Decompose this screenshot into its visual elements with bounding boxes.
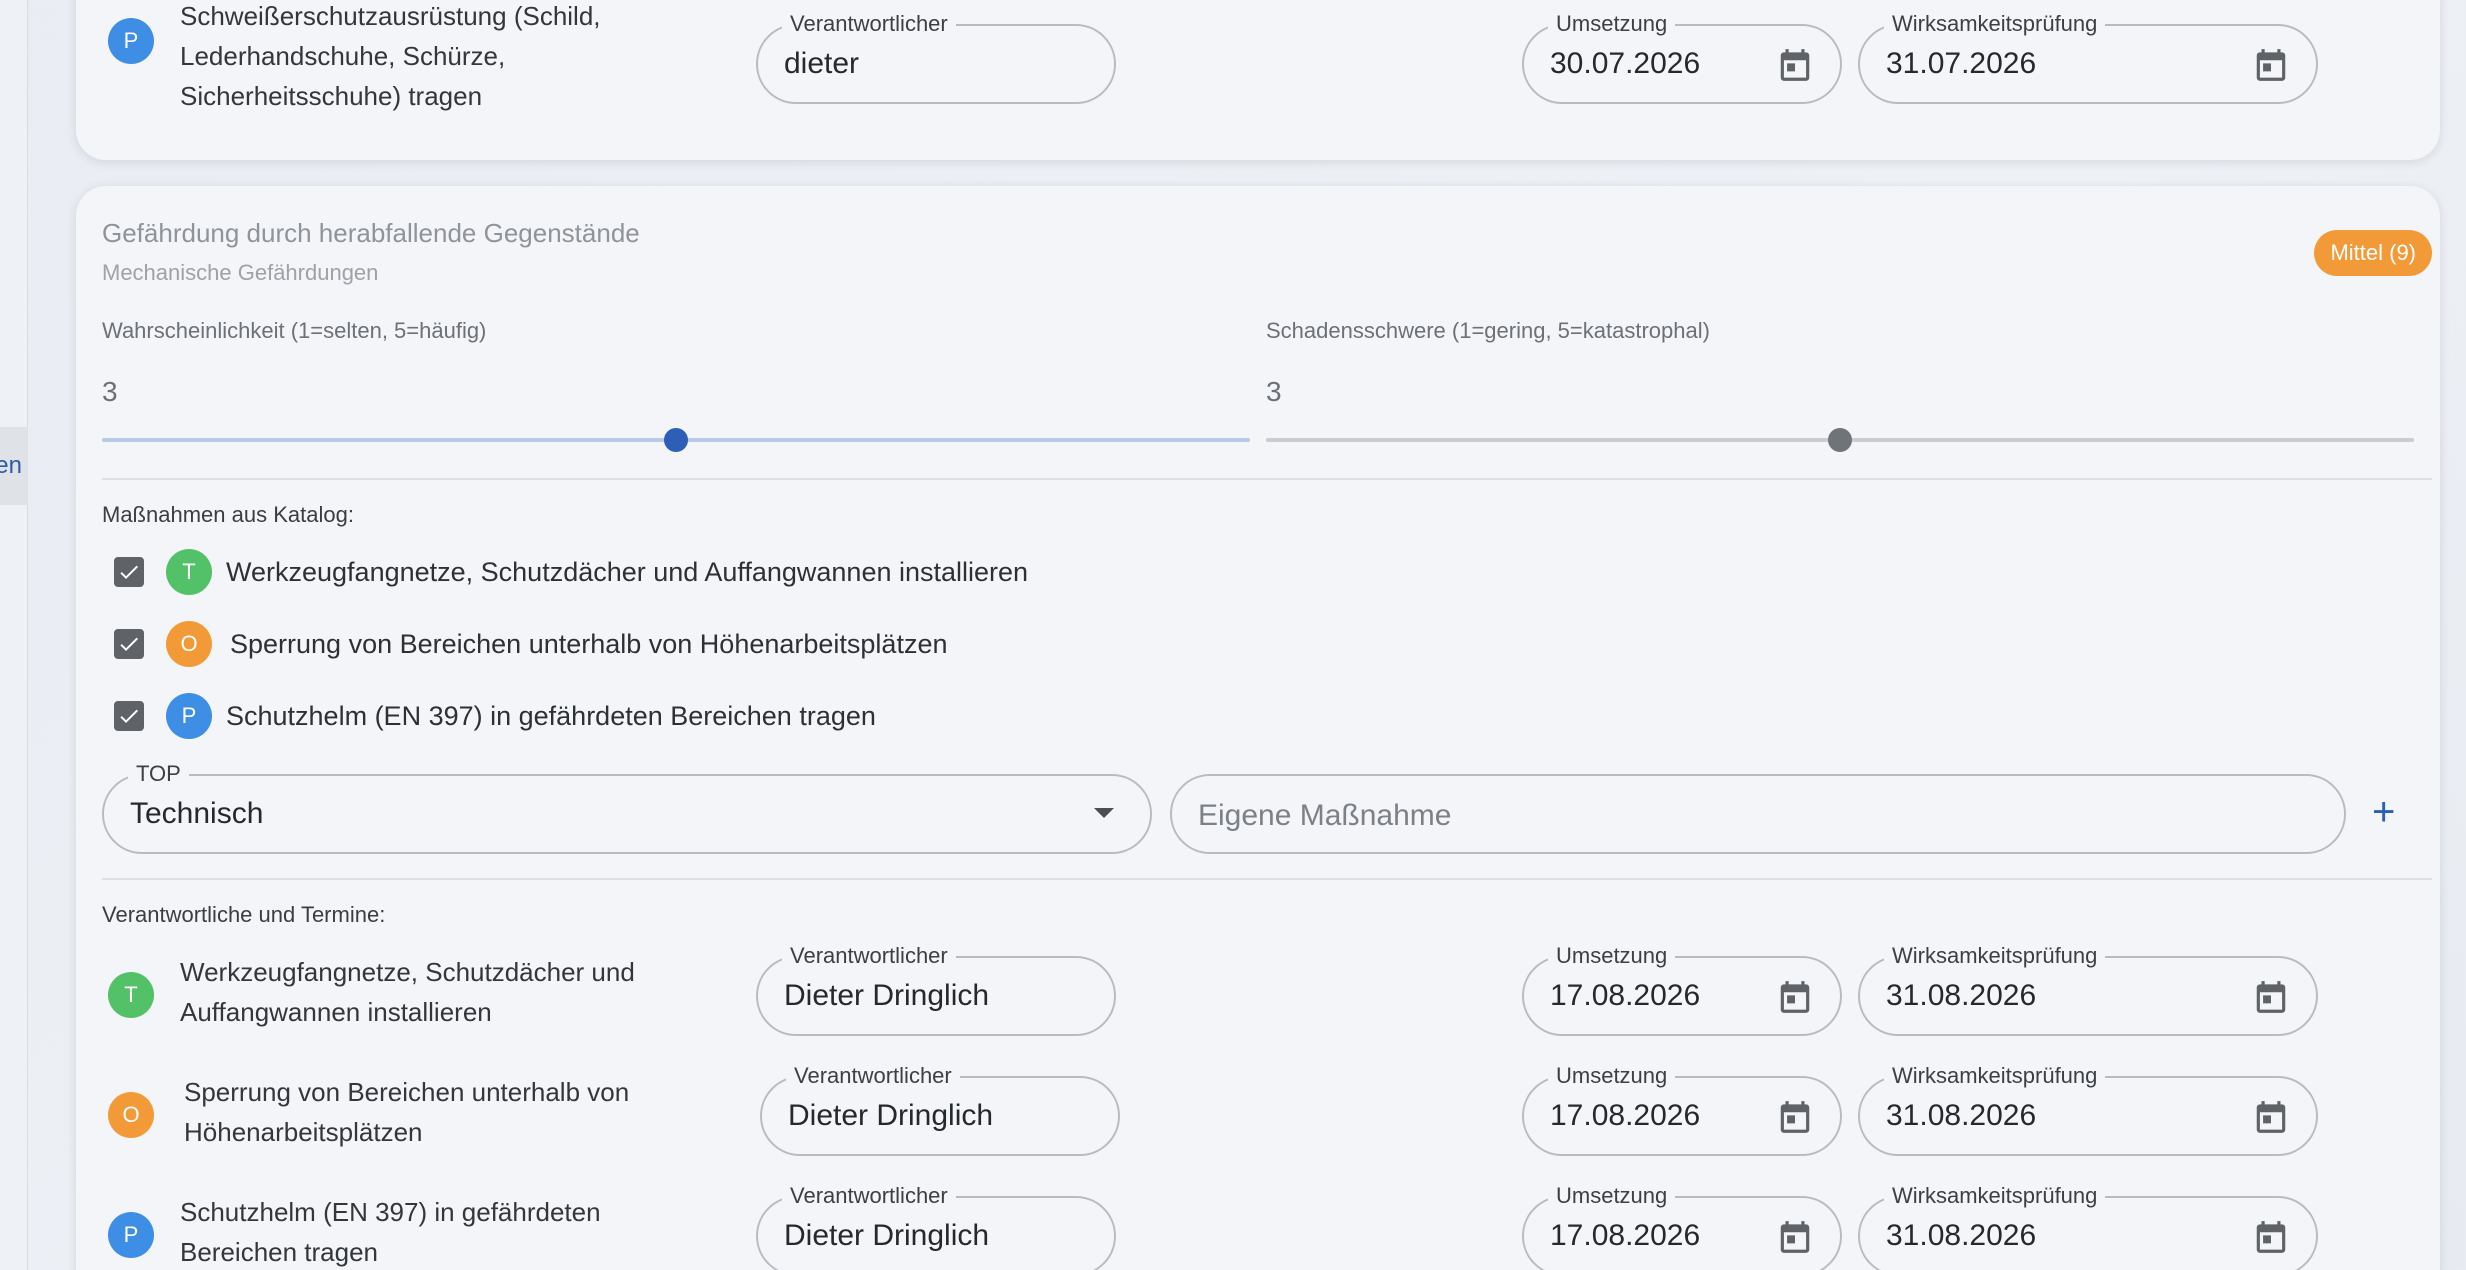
implementation-value: 17.08.2026 xyxy=(1550,979,1701,1012)
risk-badge: Mittel (9) xyxy=(2314,230,2432,276)
add-measure-button[interactable]: + xyxy=(2372,792,2395,832)
effectiveness-value: 31.07.2026 xyxy=(1886,47,2037,80)
checkbox[interactable] xyxy=(114,629,144,659)
responsible-field[interactable]: Verantwortlicher Dieter Dringlich xyxy=(756,943,1116,1036)
top-value: Technisch xyxy=(130,797,264,830)
severity-value: 3 xyxy=(1266,376,1282,407)
effectiveness-date-field[interactable]: Wirksamkeitsprüfung 31.08.2026 xyxy=(1858,1183,2318,1270)
hazard-title: Gefährdung durch herabfallende Gegenstän… xyxy=(102,218,640,248)
responsible-row: T Werkzeugfangnetze, Schutzdächer und Au… xyxy=(76,943,2440,1058)
responsible-row: P Schutzhelm (EN 397) in gefährdeten Ber… xyxy=(76,1183,2440,1270)
catalog-label: Maßnahmen aus Katalog: xyxy=(102,502,354,527)
type-avatar-p: P xyxy=(166,693,212,739)
effectiveness-value: 31.08.2026 xyxy=(1886,979,2037,1012)
implementation-value: 30.07.2026 xyxy=(1550,47,1701,80)
responsible-row: O Sperrung von Bereichen unterhalb von H… xyxy=(76,1063,2440,1178)
implementation-date-field[interactable]: Umsetzung 17.08.2026 xyxy=(1522,1063,1842,1156)
checkbox[interactable] xyxy=(114,557,144,587)
effectiveness-date-field[interactable]: Wirksamkeitsprüfung 31.08.2026 xyxy=(1858,943,2318,1036)
calendar-icon[interactable] xyxy=(2252,1098,2290,1136)
side-navigation xyxy=(0,0,28,1270)
hazard-category: Mechanische Gefährdungen xyxy=(102,260,379,285)
type-avatar-o: O xyxy=(108,1092,154,1138)
responsible-field[interactable]: Verantwortlicher dieter xyxy=(756,11,1116,104)
severity-slider-thumb[interactable] xyxy=(1828,428,1852,452)
severity-label: Schadensschwere (1=gering, 5=katastropha… xyxy=(1266,318,1710,343)
responsible-field[interactable]: Verantwortlicher Dieter Dringlich xyxy=(756,1183,1116,1270)
check-icon xyxy=(120,565,138,579)
check-icon xyxy=(120,637,138,651)
calendar-icon[interactable] xyxy=(1776,978,1814,1016)
responsible-value: Dieter Dringlich xyxy=(784,1219,990,1252)
type-avatar-p: P xyxy=(108,18,154,64)
hazard-card: Gefährdung durch herabfallende Gegenstän… xyxy=(76,186,2440,1270)
measure-text: Schutzhelm (EN 397) in gefährdeten Berei… xyxy=(180,1197,601,1267)
responsibles-label: Verantwortliche und Termine: xyxy=(102,902,386,927)
responsible-value: dieter xyxy=(784,47,860,80)
effectiveness-date-field[interactable]: Wirksamkeitsprüfung 31.07.2026 xyxy=(1858,11,2318,104)
responsible-field[interactable]: Verantwortlicher Dieter Dringlich xyxy=(760,1063,1120,1156)
measure-text: Werkzeugfangnetze, Schutzdächer und Auff… xyxy=(180,957,635,1027)
calendar-icon[interactable] xyxy=(2252,978,2290,1016)
effectiveness-date-field[interactable]: Wirksamkeitsprüfung 31.08.2026 xyxy=(1858,1063,2318,1156)
implementation-date-field[interactable]: Umsetzung 30.07.2026 xyxy=(1522,11,1842,104)
dropdown-arrow-icon xyxy=(1094,808,1114,818)
calendar-icon[interactable] xyxy=(1776,1218,1814,1256)
measure-text: Sperrung von Bereichen unterhalb von Höh… xyxy=(184,1077,630,1147)
measure-text: Schweißerschutzausrüstung (Schild, Leder… xyxy=(180,1,601,111)
calendar-icon[interactable] xyxy=(1776,46,1814,84)
implementation-value: 17.08.2026 xyxy=(1550,1219,1701,1252)
probability-value: 3 xyxy=(102,376,118,407)
implementation-value: 17.08.2026 xyxy=(1550,1099,1701,1132)
effectiveness-value: 31.08.2026 xyxy=(1886,1099,2037,1132)
own-measure-placeholder: Eigene Maßnahme xyxy=(1198,799,1452,832)
divider xyxy=(102,478,2432,480)
type-avatar-o: O xyxy=(166,621,212,667)
side-nav-tab-label: en xyxy=(0,452,22,479)
catalog-item-text: Werkzeugfangnetze, Schutzdächer und Auff… xyxy=(226,557,1029,587)
type-avatar-p: P xyxy=(108,1212,154,1258)
calendar-icon[interactable] xyxy=(1776,1098,1814,1136)
catalog-item-text: Sperrung von Bereichen unterhalb von Höh… xyxy=(230,629,948,659)
type-avatar-t: T xyxy=(108,972,154,1018)
responsible-value: Dieter Dringlich xyxy=(788,1099,994,1132)
check-icon xyxy=(120,709,138,723)
implementation-date-field[interactable]: Umsetzung 17.08.2026 xyxy=(1522,1183,1842,1270)
calendar-icon[interactable] xyxy=(2252,46,2290,84)
checkbox[interactable] xyxy=(114,701,144,731)
implementation-date-field[interactable]: Umsetzung 17.08.2026 xyxy=(1522,943,1842,1036)
probability-label: Wahrscheinlichkeit (1=selten, 5=häufig) xyxy=(102,318,487,343)
responsible-value: Dieter Dringlich xyxy=(784,979,990,1012)
side-nav-tab[interactable]: en xyxy=(0,427,28,505)
divider xyxy=(102,878,2432,880)
calendar-icon[interactable] xyxy=(2252,1218,2290,1256)
catalog-item-text: Schutzhelm (EN 397) in gefährdeten Berei… xyxy=(226,701,876,731)
type-avatar-t: T xyxy=(166,549,212,595)
own-measure-input[interactable]: Eigene Maßnahme xyxy=(1170,774,2346,854)
effectiveness-value: 31.08.2026 xyxy=(1886,1219,2037,1252)
probability-slider-thumb[interactable] xyxy=(664,428,688,452)
top-select[interactable]: TOP Technisch xyxy=(102,761,1152,854)
measure-card-previous: P Schweißerschutzausrüstung (Schild, Led… xyxy=(76,0,2440,160)
